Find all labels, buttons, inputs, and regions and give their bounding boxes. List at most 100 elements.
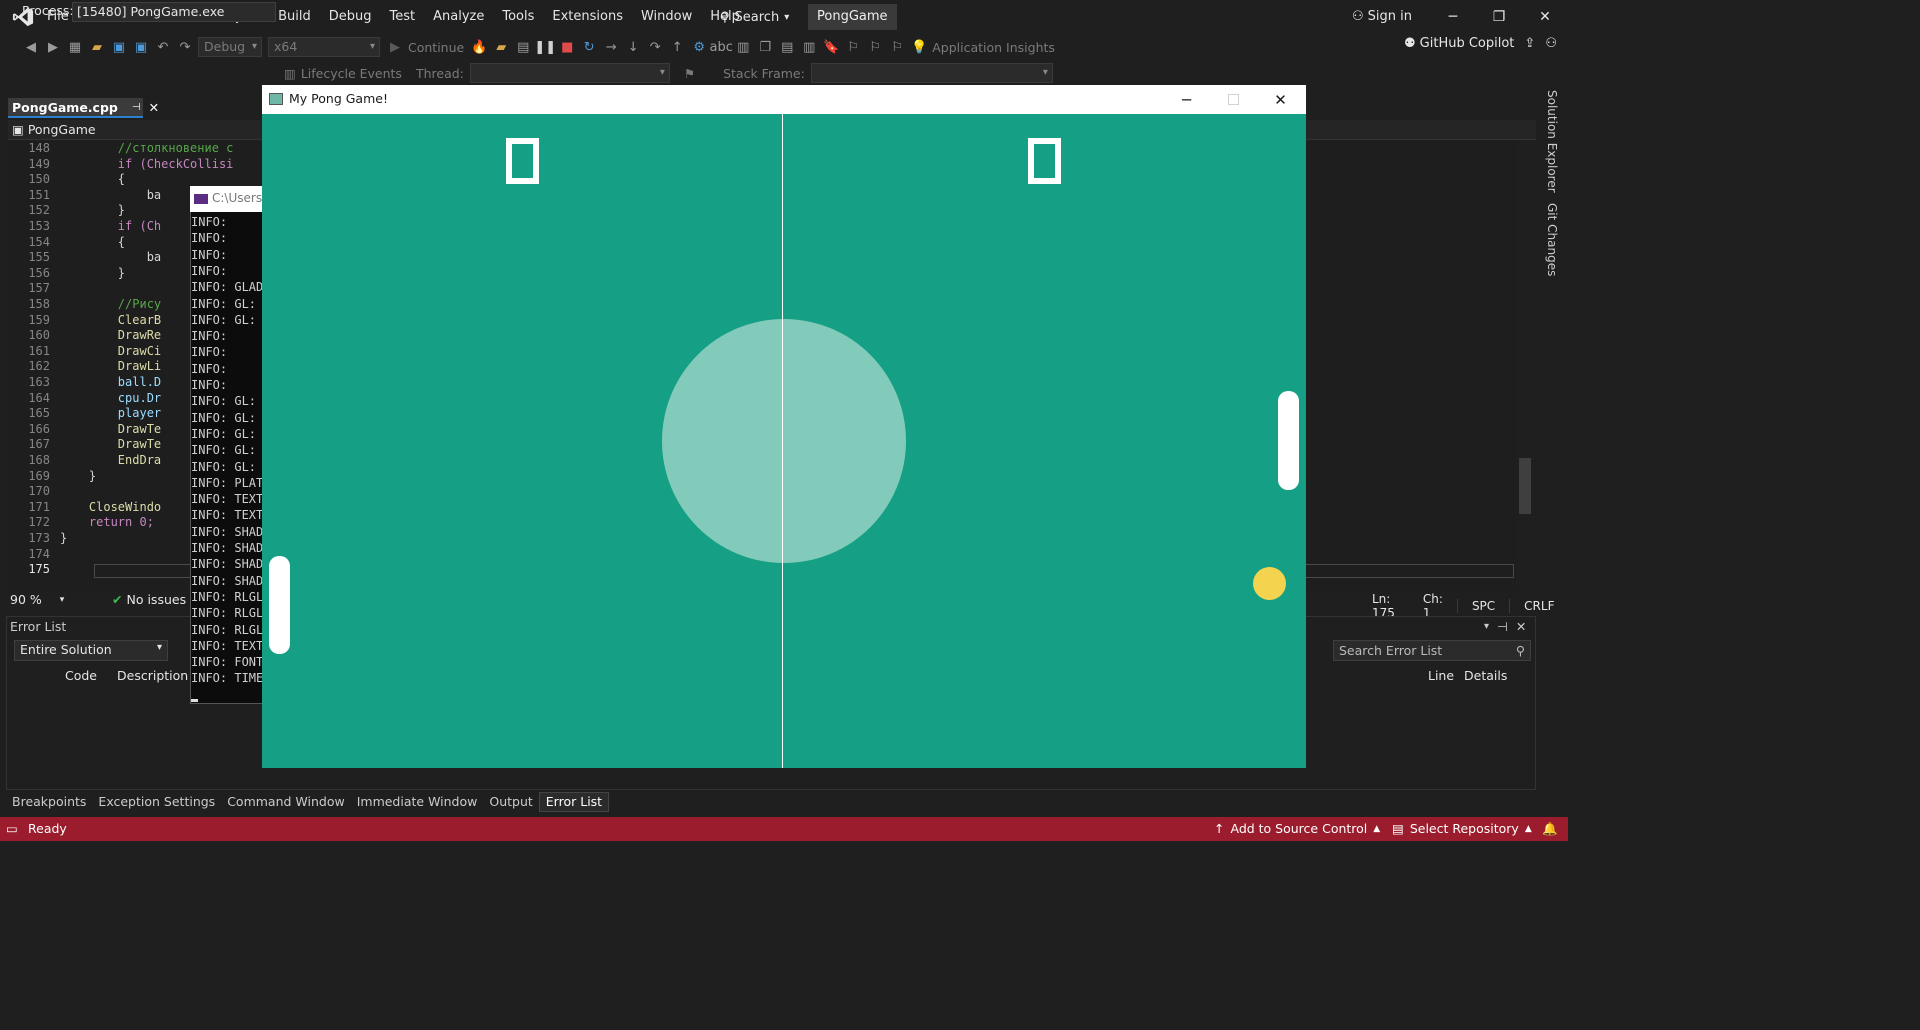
undo-icon[interactable]: ↶ [154, 38, 172, 56]
menu-extensions[interactable]: Extensions [543, 0, 632, 34]
lightbulb-icon[interactable]: 💡 [910, 38, 928, 56]
close-tab-icon[interactable]: ✕ [149, 100, 159, 115]
zoom-select[interactable]: 90 % ▾ [10, 592, 64, 607]
code-line[interactable]: 158 //Рису [8, 297, 161, 313]
sign-in-button[interactable]: ⚇ Sign in [1352, 4, 1412, 28]
code-line[interactable]: 170 [8, 484, 60, 500]
code-line[interactable]: 165 player [8, 406, 161, 422]
stack-frame-select[interactable] [810, 63, 1053, 83]
menu-analyze[interactable]: Analyze [424, 0, 493, 34]
feedback-icon[interactable]: ⚇ [1545, 36, 1557, 51]
pause-icon[interactable]: ❚❚ [534, 38, 556, 56]
search-button[interactable]: ⚲ Search ▾ [712, 5, 797, 29]
spell-icon[interactable]: abc [710, 38, 733, 56]
menu-debug[interactable]: Debug [320, 0, 381, 34]
code-line[interactable]: 174 [8, 547, 60, 563]
application-insights-button[interactable]: Application Insights [932, 40, 1055, 55]
console-titlebar[interactable]: C:\Users [190, 186, 270, 212]
tab-breakpoints[interactable]: Breakpoints [6, 793, 92, 811]
step-over-icon[interactable]: ↷ [646, 38, 664, 56]
code-line[interactable]: 157 [8, 281, 60, 297]
select-repository-button[interactable]: ▤ Select Repository ▲ [1392, 821, 1532, 836]
code-line[interactable]: 163 ball.D [8, 375, 161, 391]
step-into-icon[interactable]: ↓ [624, 38, 642, 56]
bookmark-icon[interactable]: 🔖 [822, 38, 840, 56]
bookmark-prev-icon[interactable]: ⚐ [844, 38, 862, 56]
project-dropdown[interactable]: ▣ PongGame [12, 122, 96, 137]
comment-icon[interactable]: ▤ [778, 38, 796, 56]
show-next-statement-icon[interactable]: → [602, 38, 620, 56]
editor-scrollbar[interactable] [1516, 140, 1534, 588]
code-line[interactable]: 173} [8, 531, 67, 547]
code-line[interactable]: 155 ba [8, 250, 161, 266]
error-search-input[interactable]: Search Error List ⚲ [1333, 640, 1531, 661]
game-close-button[interactable]: ✕ [1257, 86, 1304, 114]
game-titlebar[interactable] [262, 85, 1306, 114]
solution-explorer-tab[interactable]: Solution Explorer [1545, 90, 1559, 193]
code-line[interactable]: 167 DrawTe [8, 437, 161, 453]
platform-select[interactable]: x64 [268, 37, 380, 57]
configuration-select[interactable]: Debug [198, 37, 262, 57]
menu-build[interactable]: Build [269, 0, 320, 34]
pin-icon[interactable]: ⊣ [132, 102, 141, 113]
code-line[interactable]: 154 { [8, 235, 125, 251]
back-icon[interactable]: ◀ [22, 38, 40, 56]
minimize-button[interactable]: ─ [1430, 0, 1476, 34]
tab-error-list[interactable]: Error List [538, 792, 610, 812]
code-line[interactable]: 151 ba [8, 188, 161, 204]
code-line[interactable]: 153 if (Ch [8, 219, 161, 235]
stop-icon[interactable]: ■ [558, 38, 576, 56]
git-changes-tab[interactable]: Git Changes [1545, 203, 1559, 276]
menu-tools[interactable]: Tools [493, 0, 543, 34]
play-icon[interactable]: ▶ [386, 38, 404, 56]
tab-output[interactable]: Output [483, 793, 538, 811]
folder-icon[interactable]: ▰ [492, 38, 510, 56]
code-line[interactable]: 169 } [8, 469, 96, 485]
forward-icon[interactable]: ▶ [44, 38, 62, 56]
line-ending[interactable]: CRLF [1509, 599, 1568, 613]
new-item-icon[interactable]: ▦ [66, 38, 84, 56]
close-panel-icon[interactable]: ✕ [1516, 619, 1526, 634]
code-line[interactable]: 159 ClearB [8, 313, 161, 329]
code-line[interactable]: 160 DrawRe [8, 328, 161, 344]
copy-icon[interactable]: ❐ [756, 38, 774, 56]
code-line[interactable]: 161 DrawCi [8, 344, 161, 360]
add-to-source-control-button[interactable]: ↑ Add to Source Control ▲ [1214, 821, 1380, 836]
tab-exception-settings[interactable]: Exception Settings [92, 793, 221, 811]
code-line[interactable]: 171 CloseWindo [8, 500, 161, 516]
code-line[interactable]: 152 } [8, 203, 125, 219]
hot-reload-icon[interactable]: 🔥 [470, 38, 488, 56]
notification-icon[interactable]: ▭ [6, 821, 18, 836]
column-description[interactable]: Description [117, 668, 188, 683]
save-all-icon[interactable]: ▣ [132, 38, 150, 56]
code-line[interactable]: 175 [8, 562, 60, 578]
dropdown-icon[interactable]: ▾ [1484, 621, 1489, 632]
bookmark-next-icon[interactable]: ⚐ [866, 38, 884, 56]
column-line[interactable]: Line [1428, 668, 1454, 683]
search-icon[interactable]: ⚲ [1516, 643, 1525, 658]
error-scope-select[interactable]: Entire Solution ▾ [14, 640, 168, 661]
game-maximize-button[interactable]: ☐ [1210, 86, 1257, 114]
scrollbar-thumb[interactable] [1519, 458, 1531, 514]
code-line[interactable]: 149 if (CheckCollisi [8, 157, 233, 173]
code-line[interactable]: 166 DrawTe [8, 422, 161, 438]
column-details[interactable]: Details [1464, 668, 1507, 683]
code-line[interactable]: 148 //столкновение с [8, 141, 233, 157]
close-button[interactable]: ✕ [1522, 0, 1568, 34]
code-line[interactable]: 162 DrawLi [8, 359, 161, 375]
solution-name-badge[interactable]: PongGame [808, 4, 897, 30]
diagnostics-icon[interactable]: ⚙ [690, 38, 708, 56]
column-code[interactable]: Code [65, 668, 97, 683]
code-line[interactable]: 156 } [8, 266, 125, 282]
toggle-icon[interactable]: ▥ [734, 38, 752, 56]
layout-icon[interactable]: ▤ [514, 38, 532, 56]
code-line[interactable]: 164 cpu.Dr [8, 391, 161, 407]
flag-icon[interactable]: ⚑ [684, 66, 695, 81]
restore-button[interactable]: ❐ [1476, 0, 1522, 34]
save-icon[interactable]: ▣ [110, 38, 128, 56]
code-line[interactable]: 168 EndDra [8, 453, 161, 469]
tab-immediate-window[interactable]: Immediate Window [351, 793, 484, 811]
restart-icon[interactable]: ↻ [580, 38, 598, 56]
game-canvas[interactable] [262, 114, 1306, 768]
redo-icon[interactable]: ↷ [176, 38, 194, 56]
